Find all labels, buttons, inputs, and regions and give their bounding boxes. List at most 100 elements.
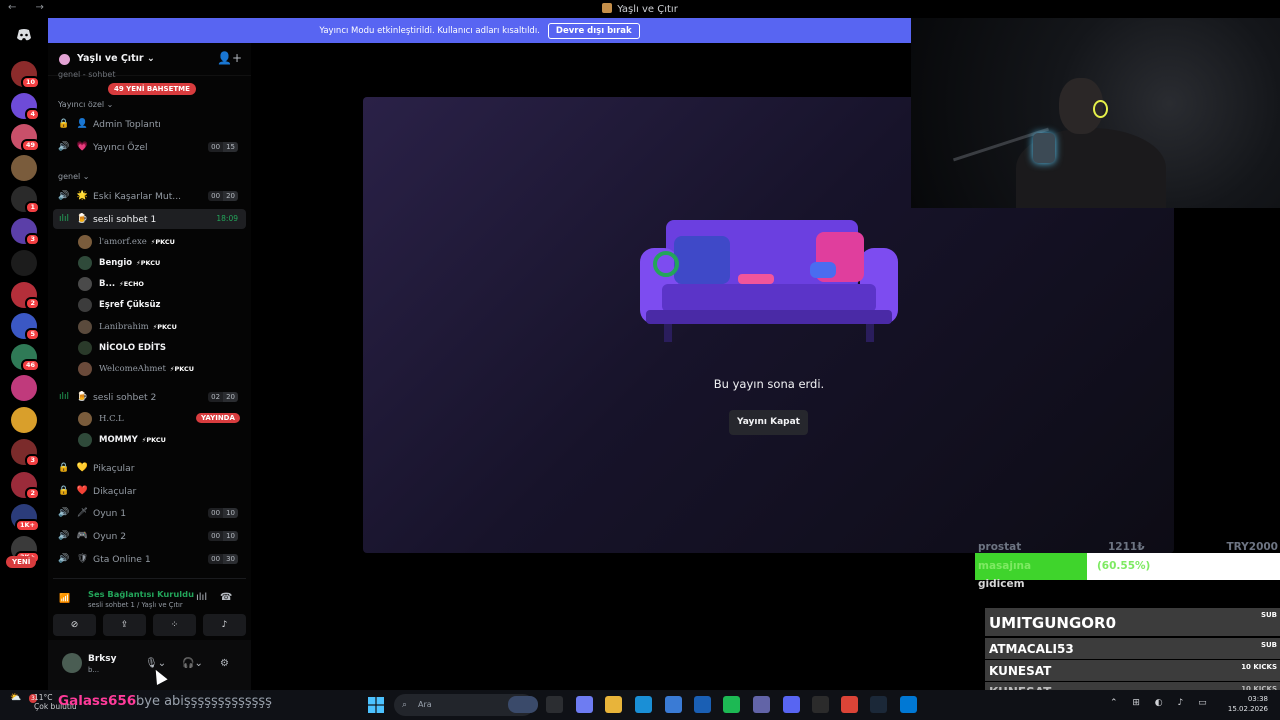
guild-badge: 1K+ — [14, 519, 40, 532]
count-value: 00 — [208, 531, 224, 541]
voice-user[interactable]: Bengio ⚡PKCU — [78, 253, 160, 272]
windows-start-icon[interactable] — [368, 697, 384, 713]
spotify-icon[interactable] — [723, 696, 740, 713]
channel-item[interactable]: ılıl 🍺 sesli sohbet 2 02 20 — [53, 387, 246, 407]
voice-user[interactable]: MOMMY ⚡PKCU — [78, 430, 166, 449]
guild-icon[interactable]: 3 — [11, 439, 40, 467]
count-value: 02 — [208, 392, 224, 402]
category-genel[interactable]: genel ⌄ — [58, 172, 89, 181]
system-tray[interactable]: ⌃ ⊞ ◐ ♪ ▭ — [1110, 698, 1213, 708]
weather-widget[interactable]: ⛅ 3 11°C Çok bulutlu — [10, 693, 77, 711]
discord-icon[interactable] — [783, 696, 800, 713]
channel-emoji-icon: 🌟 — [76, 191, 89, 201]
soundboard-icon[interactable]: ılıl — [196, 592, 207, 603]
voice-user[interactable]: Eşref Çüksüz — [78, 296, 160, 315]
lock-icon: 🔒 — [58, 119, 70, 129]
file-explorer-icon[interactable] — [546, 696, 563, 713]
outlook-icon[interactable] — [694, 696, 711, 713]
chat-message: bye abişşşşşşşşşşşşş — [136, 694, 272, 709]
channel-item[interactable]: 🔒 👤 Admin Toplantı — [53, 114, 246, 134]
activities-button[interactable]: ⁘ — [153, 614, 196, 636]
channel-item[interactable]: 🔊 🗡 Oyun 1 00 10 — [53, 503, 246, 523]
goal-percent: (60.55%) — [1097, 560, 1151, 572]
avatar — [78, 319, 92, 334]
guild-icon[interactable]: 1K+ — [11, 504, 40, 532]
avatar — [78, 298, 92, 313]
voice-user-name: Lanibrahim — [99, 321, 149, 332]
obs-icon[interactable] — [812, 696, 829, 713]
channel-item[interactable]: 🔊 🌟 Eski Kaşarlar Mut... 00 20 — [53, 186, 246, 206]
disconnect-icon[interactable]: ☎ — [220, 592, 232, 603]
headphones-icon[interactable]: 🎧⌄ — [182, 658, 203, 669]
guild-icon[interactable]: 3 — [11, 218, 40, 246]
store-icon[interactable] — [665, 696, 682, 713]
voice-user[interactable]: B... ⚡ECHO — [78, 275, 144, 294]
voice-user[interactable]: WelcomeAhmet ⚡PKCU — [78, 360, 194, 379]
clock[interactable]: 03:38 15.02.2026 — [1228, 694, 1268, 714]
guild-icon[interactable]: 2 — [11, 282, 40, 310]
chrome-icon[interactable] — [841, 696, 858, 713]
guild-icon[interactable]: 46 — [11, 344, 40, 372]
channel-name: Eski Kaşarlar Mut... — [93, 190, 182, 202]
new-mentions-pill[interactable]: 49 YENİ BAHSETME — [108, 83, 196, 95]
goal-footer: gidicem — [978, 578, 1025, 590]
copilot-icon[interactable] — [576, 696, 593, 713]
user-name[interactable]: Brksy — [88, 654, 117, 664]
clock-time: 03:38 — [1247, 695, 1268, 703]
signal-icon[interactable]: 📶 — [59, 594, 70, 604]
voice-user[interactable]: l'amorf.exe ⚡PKCU — [78, 232, 175, 251]
channel-item[interactable]: 🔊 💗 Yayıncı Özel 00 15 — [53, 137, 246, 157]
whale-app-icon[interactable] — [508, 696, 538, 713]
channel-user-count: 00 10 — [208, 531, 238, 541]
screen-share-button[interactable]: ⇪ — [103, 614, 146, 636]
search-placeholder: Ara — [418, 700, 432, 709]
guild-icon[interactable]: 49 — [11, 124, 40, 152]
channel-item[interactable]: 🔊 🎮 Oyun 2 00 10 — [53, 526, 246, 546]
settings-gear-icon[interactable]: ⚙ — [220, 658, 229, 669]
guild-icon[interactable]: 4 — [11, 93, 40, 121]
voice-user[interactable]: NİCOLO EDİTS — [78, 339, 166, 358]
voice-user[interactable]: Lanibrahim ⚡PKCU — [78, 317, 177, 336]
disable-streamer-mode-button[interactable]: Devre dışı bırak — [547, 22, 640, 39]
voice-status-subtitle[interactable]: sesli sohbet 1 / Yaşlı ve Çıtır — [88, 601, 183, 609]
channel-item[interactable]: 🔊 🛡 Gta Online 1 00 30 — [53, 549, 246, 569]
count-value: 10 — [223, 531, 238, 541]
category-yayinci-ozel[interactable]: Yayıncı özel ⌄ — [58, 100, 113, 109]
user-tag: ⚡PKCU — [141, 435, 166, 444]
speaker-icon: 🔊 — [58, 531, 70, 541]
guild-icon[interactable] — [11, 375, 37, 401]
sub-row: ATMACALI53 SUB — [985, 638, 1280, 659]
soundboard-button[interactable]: ♪ — [203, 614, 246, 636]
weather-icon: ⛅ — [10, 693, 22, 703]
avatar[interactable] — [62, 653, 82, 673]
channel-user-count: 00 15 — [208, 142, 238, 152]
channel-item[interactable]: 🔒 ❤️ Dikaçular — [53, 481, 246, 501]
edge-icon[interactable] — [635, 696, 652, 713]
count-value: 00 — [208, 142, 224, 152]
camera-button[interactable]: ⊘ — [53, 614, 96, 636]
voice-user[interactable]: H.C.L — [78, 409, 124, 428]
steam-icon[interactable] — [870, 696, 887, 713]
guild-icon[interactable]: 10 — [11, 61, 40, 89]
lock-icon: 🔒 — [58, 463, 70, 473]
guild-icon[interactable] — [11, 155, 37, 181]
channel-item[interactable]: 🔒 💛 Pikaçular — [53, 458, 246, 478]
new-badge[interactable]: YENİ — [6, 556, 37, 568]
guild-icon[interactable]: 2 — [11, 472, 40, 500]
channel-item[interactable]: ılıl 🍺 sesli sohbet 1 18:09 — [53, 209, 246, 229]
voice-status-title[interactable]: Ses Bağlantısı Kuruldu — [88, 589, 194, 599]
close-stream-button[interactable]: Yayını Kapat — [729, 410, 808, 435]
guild-badge: 49 — [20, 139, 40, 152]
guild-icon[interactable]: 1 — [11, 186, 40, 214]
speaker-icon: 🔊 — [58, 554, 70, 564]
guild-icon[interactable] — [11, 250, 37, 276]
guild-icon[interactable] — [11, 407, 37, 433]
channel-name: sesli sohbet 2 — [93, 391, 157, 403]
discord-home-icon[interactable] — [11, 24, 37, 50]
teams-icon[interactable] — [753, 696, 770, 713]
guild-icon[interactable]: 5 — [11, 313, 40, 341]
microphone-icon[interactable]: 🎙⌄ — [145, 658, 166, 669]
folder-icon[interactable] — [605, 696, 622, 713]
add-member-icon[interactable]: 👤+ — [217, 51, 242, 65]
vscode-icon[interactable] — [900, 696, 917, 713]
